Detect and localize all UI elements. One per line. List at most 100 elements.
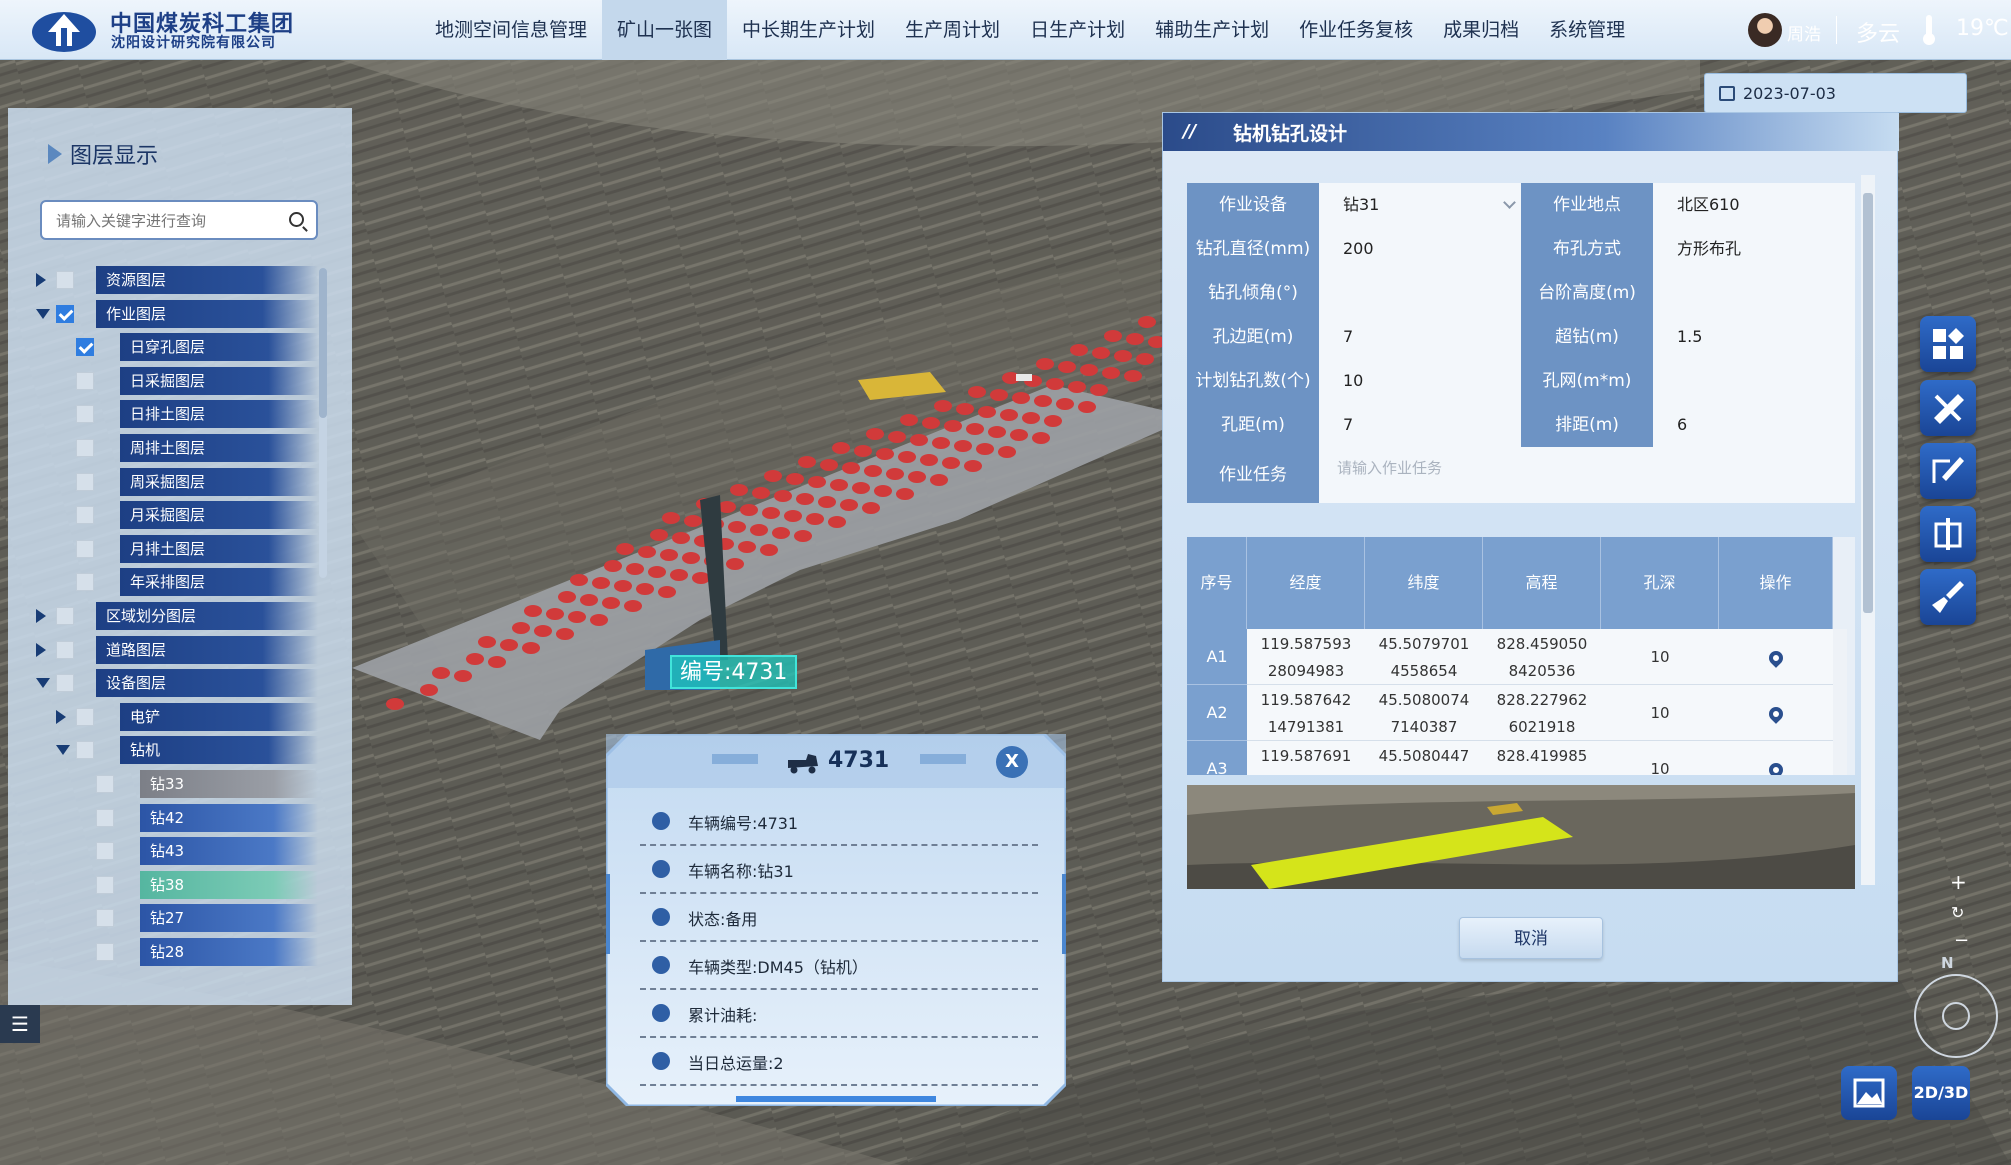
scrollbar-thumb[interactable] — [319, 268, 327, 418]
nav-item[interactable]: 系统管理 — [1534, 0, 1640, 60]
layer-tree-item[interactable]: 设备图层 — [8, 669, 328, 698]
layer-checkbox[interactable] — [96, 943, 114, 961]
layer-tree-item[interactable]: 作业图层 — [8, 299, 328, 328]
expand-arrow-icon[interactable] — [36, 273, 46, 287]
layer-checkbox[interactable] — [76, 707, 94, 726]
table-header[interactable]: 序号 — [1187, 537, 1247, 629]
layer-tree-item[interactable]: 资源图层 — [8, 266, 328, 294]
nav-item[interactable]: 中长期生产计划 — [727, 0, 890, 60]
field-input[interactable]: 1.5 — [1653, 315, 1855, 359]
layer-tree-item[interactable]: 电铲 — [8, 702, 328, 731]
nav-item[interactable]: 辅助生产计划 — [1140, 0, 1284, 60]
location-pin-icon[interactable] — [1766, 760, 1786, 775]
layer-tree-item[interactable]: 日穿孔图层 — [8, 333, 328, 362]
layer-checkbox[interactable] — [76, 506, 94, 525]
field-input[interactable] — [1653, 359, 1855, 403]
nav-item[interactable]: 日生产计划 — [1015, 0, 1140, 60]
measure-tool-button[interactable] — [1920, 380, 1976, 436]
layer-tree-item[interactable]: 年采排图层 — [8, 568, 328, 597]
table-header[interactable]: 操作 — [1719, 537, 1833, 629]
layer-checkbox[interactable] — [96, 808, 114, 827]
nav-item[interactable]: 生产周计划 — [890, 0, 1015, 60]
nav-item[interactable]: 成果归档 — [1428, 0, 1534, 60]
cancel-button[interactable]: 取消 — [1459, 917, 1603, 959]
field-input[interactable]: 方形布孔 — [1653, 227, 1855, 271]
layer-checkbox[interactable] — [56, 304, 74, 323]
field-input[interactable] — [1319, 271, 1521, 315]
nav-item[interactable]: 地测空间信息管理 — [420, 0, 602, 60]
layer-checkbox[interactable] — [76, 741, 94, 760]
user-name[interactable]: 周浩 — [1787, 20, 1821, 45]
layer-tree-item[interactable]: 钻43 — [8, 837, 328, 866]
layer-tree-item[interactable]: 钻27 — [8, 904, 328, 933]
layer-checkbox[interactable] — [76, 371, 94, 390]
layer-search-input[interactable] — [56, 210, 276, 232]
field-input[interactable]: 7 — [1319, 403, 1521, 447]
location-pin-icon[interactable] — [1766, 648, 1786, 668]
task-input[interactable]: 请输入作业任务 — [1319, 447, 1855, 503]
view-mode-toggle[interactable]: 2D/3D — [1912, 1066, 1970, 1120]
layer-tree-item[interactable]: 钻机 — [8, 736, 328, 765]
search-icon[interactable] — [289, 212, 304, 227]
table-header[interactable]: 孔深 — [1601, 537, 1719, 629]
zoom-in-button[interactable]: + — [1950, 870, 1967, 894]
expand-arrow-icon[interactable] — [36, 642, 46, 657]
layer-checkbox[interactable] — [76, 405, 94, 424]
field-input[interactable]: 6 — [1653, 403, 1855, 447]
layer-tree-item[interactable]: 道路图层 — [8, 635, 328, 664]
layer-tree-item[interactable]: 区域划分图层 — [8, 602, 328, 630]
table-header[interactable]: 高程 — [1483, 537, 1601, 629]
list-icon[interactable]: ☰ — [0, 1005, 40, 1043]
close-button[interactable]: X — [996, 746, 1028, 778]
field-input[interactable]: 10 — [1319, 359, 1521, 403]
zoom-out-button[interactable]: − — [1954, 930, 1969, 951]
layer-tree-item[interactable]: 钻28 — [8, 938, 328, 966]
collapse-arrow-icon[interactable] — [56, 745, 70, 756]
layer-tree-scrollbar[interactable] — [319, 268, 327, 578]
collapse-arrow-icon[interactable] — [36, 678, 50, 689]
layer-checkbox[interactable] — [56, 640, 74, 659]
layer-checkbox[interactable] — [96, 909, 114, 928]
layer-checkbox[interactable] — [76, 338, 94, 357]
draw-tool-button[interactable] — [1920, 443, 1976, 499]
layer-checkbox[interactable] — [76, 439, 94, 457]
field-input[interactable] — [1653, 271, 1855, 315]
nav-item[interactable]: 作业任务复核 — [1284, 0, 1428, 60]
field-input[interactable]: 7 — [1319, 315, 1521, 359]
layer-tree-item[interactable]: 月排土图层 — [8, 534, 328, 563]
layer-checkbox[interactable] — [96, 775, 114, 793]
layer-checkbox[interactable] — [76, 539, 94, 558]
layer-checkbox[interactable] — [76, 472, 94, 491]
layer-tree-item[interactable]: 月采掘图层 — [8, 501, 328, 530]
collapse-arrow-icon[interactable] — [36, 308, 50, 319]
drill-map-label[interactable]: 编号:4731 — [670, 655, 798, 689]
layer-checkbox[interactable] — [56, 607, 74, 625]
layer-tree-item[interactable]: 周采掘图层 — [8, 467, 328, 496]
layer-checkbox[interactable] — [56, 271, 74, 289]
layer-tree-item[interactable]: 日采掘图层 — [8, 366, 328, 395]
field-input[interactable]: 200 — [1319, 227, 1521, 271]
date-picker[interactable]: 2023-07-03 — [1704, 73, 1967, 113]
expand-arrow-icon[interactable] — [36, 609, 46, 623]
layer-tree-item[interactable]: 钻33 — [8, 770, 328, 798]
location-pin-icon[interactable] — [1766, 704, 1786, 724]
layer-tree-item[interactable]: 周排土图层 — [8, 434, 328, 462]
expand-arrow-icon[interactable] — [56, 709, 66, 724]
scrollbar-thumb[interactable] — [1863, 193, 1873, 613]
compass-control[interactable] — [1914, 974, 1998, 1058]
layer-tree-item[interactable]: 日排土图层 — [8, 400, 328, 429]
layer-search-box[interactable] — [40, 200, 318, 240]
layer-checkbox[interactable] — [76, 573, 94, 592]
split-tool-button[interactable] — [1920, 506, 1976, 562]
layer-tree-item[interactable]: 钻42 — [8, 803, 328, 832]
layers-tool-button[interactable] — [1920, 316, 1976, 372]
table-scrollbar[interactable] — [1833, 629, 1847, 775]
image-layer-button[interactable] — [1841, 1066, 1897, 1120]
user-avatar[interactable] — [1748, 13, 1782, 47]
table-header[interactable]: 经度 — [1247, 537, 1365, 629]
reset-view-button[interactable]: ↻ — [1951, 903, 1964, 922]
compass-center-icon[interactable] — [1942, 1002, 1970, 1030]
nav-item[interactable]: 矿山一张图 — [602, 0, 728, 60]
field-input[interactable]: 北区610 — [1653, 183, 1855, 227]
clear-tool-button[interactable] — [1920, 569, 1976, 625]
